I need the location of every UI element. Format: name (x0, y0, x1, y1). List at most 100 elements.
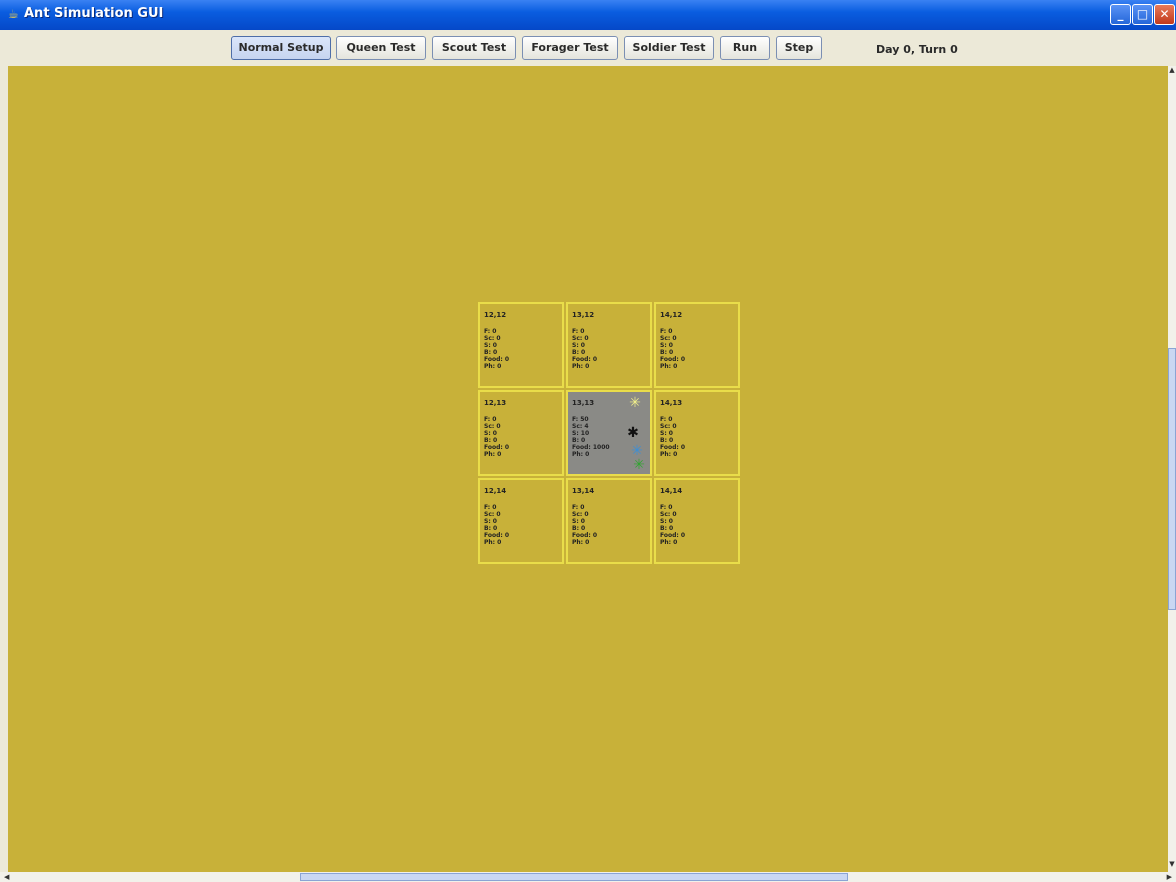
bala-count: B: 0 (660, 525, 674, 532)
cell-coordinate: 13,14 (572, 487, 595, 495)
scout-ant-icon: ✳ (629, 395, 641, 411)
scout-count: Sc: 0 (660, 511, 677, 518)
bala-count: B: 0 (660, 437, 674, 444)
cell-stats: F: 50 Sc: 4 S: 10 B: 0 Food: 1000 Ph: 0 (572, 416, 610, 458)
scroll-left-icon[interactable]: ◀ (4, 872, 16, 882)
normal-setup-button[interactable]: Normal Setup (231, 36, 331, 60)
horizontal-scrollbar[interactable]: ◀ ▶ (0, 872, 1176, 882)
scroll-up-icon[interactable]: ▲ (1168, 66, 1176, 78)
cell-stats: F: 0 Sc: 0 S: 0 B: 0 Food: 0 Ph: 0 (660, 416, 685, 458)
forager-ant-icon: ✳ (631, 443, 643, 459)
grid-cell-14-12[interactable]: 14,12 F: 0 Sc: 0 S: 0 B: 0 Food: 0 Ph: 0 (654, 302, 740, 388)
cell-coordinate: 12,13 (484, 399, 507, 407)
grid-cell-12-12[interactable]: 12,12 F: 0 Sc: 0 S: 0 B: 0 Food: 0 Ph: 0 (478, 302, 564, 388)
scout-count: Sc: 0 (660, 423, 677, 430)
food-amount: Food: 0 (484, 444, 510, 451)
queen-ant-icon: ✱ (627, 425, 639, 441)
soldier-count: S: 0 (660, 518, 673, 525)
soldier-count: S: 0 (572, 518, 585, 525)
cell-coordinate: 12,14 (484, 487, 507, 495)
forager-test-button[interactable]: Forager Test (522, 36, 618, 60)
vertical-scrollbar[interactable]: ▲ ▼ (1168, 66, 1176, 872)
soldier-test-button[interactable]: Soldier Test (624, 36, 714, 60)
food-amount: Food: 0 (660, 444, 686, 451)
forager-count: F: 0 (572, 504, 585, 511)
forager-count: F: 0 (484, 328, 497, 335)
cell-coordinate: 12,12 (484, 311, 507, 319)
day-turn-status: Day 0, Turn 0 (876, 43, 958, 56)
forager-count: F: 0 (660, 328, 673, 335)
forager-count: F: 0 (660, 504, 673, 511)
food-amount: Food: 1000 (572, 444, 610, 451)
minimize-button[interactable]: _ (1110, 4, 1131, 25)
soldier-ant-icon: ✳ (633, 457, 645, 473)
forager-count: F: 0 (484, 416, 497, 423)
soldier-count: S: 0 (572, 342, 585, 349)
food-amount: Food: 0 (572, 356, 598, 363)
grid-cell-13-13-colony[interactable]: 13,13 F: 50 Sc: 4 S: 10 B: 0 Food: 1000 … (566, 390, 652, 476)
scroll-down-icon[interactable]: ▼ (1168, 860, 1176, 872)
close-button[interactable]: ✕ (1154, 4, 1175, 25)
pheromone-level: Ph: 0 (660, 451, 678, 458)
food-amount: Food: 0 (660, 356, 686, 363)
forager-count: F: 50 (572, 416, 589, 423)
bala-count: B: 0 (484, 525, 498, 532)
pheromone-level: Ph: 0 (660, 363, 678, 370)
soldier-count: S: 0 (484, 342, 497, 349)
grid-cell-12-14[interactable]: 12,14 F: 0 Sc: 0 S: 0 B: 0 Food: 0 Ph: 0 (478, 478, 564, 564)
cell-stats: F: 0 Sc: 0 S: 0 B: 0 Food: 0 Ph: 0 (484, 416, 509, 458)
scout-count: Sc: 0 (484, 511, 501, 518)
pheromone-level: Ph: 0 (484, 363, 502, 370)
scout-count: Sc: 0 (660, 335, 677, 342)
cell-coordinate: 14,12 (660, 311, 683, 319)
cell-stats: F: 0 Sc: 0 S: 0 B: 0 Food: 0 Ph: 0 (660, 328, 685, 370)
forager-count: F: 0 (572, 328, 585, 335)
java-cup-icon: ☕ (8, 7, 19, 21)
scout-count: Sc: 0 (484, 335, 501, 342)
forager-count: F: 0 (484, 504, 497, 511)
cell-coordinate: 13,12 (572, 311, 595, 319)
pheromone-level: Ph: 0 (572, 451, 590, 458)
grid-cell-14-13[interactable]: 14,13 F: 0 Sc: 0 S: 0 B: 0 Food: 0 Ph: 0 (654, 390, 740, 476)
bala-count: B: 0 (572, 525, 586, 532)
vertical-scroll-thumb[interactable] (1168, 348, 1176, 610)
grid-cell-13-14[interactable]: 13,14 F: 0 Sc: 0 S: 0 B: 0 Food: 0 Ph: 0 (566, 478, 652, 564)
queen-test-button[interactable]: Queen Test (336, 36, 426, 60)
scout-count: Sc: 0 (484, 423, 501, 430)
pheromone-level: Ph: 0 (660, 539, 678, 546)
scout-test-button[interactable]: Scout Test (432, 36, 516, 60)
grid-cell-12-13[interactable]: 12,13 F: 0 Sc: 0 S: 0 B: 0 Food: 0 Ph: 0 (478, 390, 564, 476)
bala-count: B: 0 (572, 437, 586, 444)
cell-stats: F: 0 Sc: 0 S: 0 B: 0 Food: 0 Ph: 0 (484, 328, 509, 370)
food-amount: Food: 0 (572, 532, 598, 539)
run-button[interactable]: Run (720, 36, 770, 60)
toolbar: Normal Setup Queen Test Scout Test Forag… (0, 30, 1176, 66)
food-amount: Food: 0 (484, 356, 510, 363)
pheromone-level: Ph: 0 (572, 539, 590, 546)
cell-coordinate: 13,13 (572, 399, 595, 407)
scout-count: Sc: 4 (572, 423, 589, 430)
soldier-count: S: 10 (572, 430, 590, 437)
bala-count: B: 0 (572, 349, 586, 356)
maximize-button[interactable]: □ (1132, 4, 1153, 25)
cell-stats: F: 0 Sc: 0 S: 0 B: 0 Food: 0 Ph: 0 (660, 504, 685, 546)
step-button[interactable]: Step (776, 36, 822, 60)
grid-cell-13-12[interactable]: 13,12 F: 0 Sc: 0 S: 0 B: 0 Food: 0 Ph: 0 (566, 302, 652, 388)
bala-count: B: 0 (484, 437, 498, 444)
bala-count: B: 0 (660, 349, 674, 356)
soldier-count: S: 0 (660, 342, 673, 349)
soldier-count: S: 0 (660, 430, 673, 437)
scroll-right-icon[interactable]: ▶ (1160, 872, 1172, 882)
cell-coordinate: 14,13 (660, 399, 683, 407)
forager-count: F: 0 (660, 416, 673, 423)
food-amount: Food: 0 (660, 532, 686, 539)
cell-stats: F: 0 Sc: 0 S: 0 B: 0 Food: 0 Ph: 0 (572, 504, 597, 546)
pheromone-level: Ph: 0 (484, 539, 502, 546)
scout-count: Sc: 0 (572, 335, 589, 342)
food-amount: Food: 0 (484, 532, 510, 539)
horizontal-scroll-thumb[interactable] (300, 873, 848, 881)
window-titlebar: ☕ Ant Simulation GUI _ □ ✕ (0, 0, 1176, 30)
soldier-count: S: 0 (484, 518, 497, 525)
grid-cell-14-14[interactable]: 14,14 F: 0 Sc: 0 S: 0 B: 0 Food: 0 Ph: 0 (654, 478, 740, 564)
bala-count: B: 0 (484, 349, 498, 356)
